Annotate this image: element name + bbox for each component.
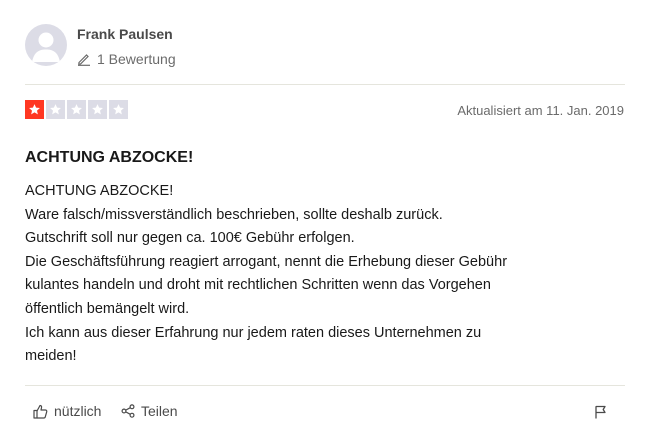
- flag-icon: [595, 405, 606, 419]
- author-name[interactable]: Frank Paulsen: [77, 26, 173, 42]
- star-empty: [109, 100, 128, 119]
- review-body-line: Die Geschäftsführung reagiert arrogant, …: [25, 253, 508, 270]
- star-filled: [25, 100, 44, 119]
- star-empty: [67, 100, 86, 119]
- review-body-line: Gutschrift soll nur gegen ca. 100€ Gebüh…: [25, 230, 355, 247]
- report-flag-button[interactable]: [594, 405, 607, 424]
- star-empty: [46, 100, 65, 119]
- thumbs-up-icon: [33, 404, 48, 419]
- divider: [25, 385, 625, 386]
- share-button[interactable]: Teilen: [121, 403, 178, 419]
- star-icon: [71, 104, 82, 115]
- share-label: Teilen: [141, 403, 178, 419]
- review-body-line: öffentlich bemängelt wird.: [25, 300, 190, 317]
- star-icon: [29, 104, 40, 115]
- helpful-label: nützlich: [54, 403, 102, 419]
- star-icon: [92, 104, 103, 115]
- share-icon: [121, 404, 135, 418]
- review-date: Aktualisiert am 11. Jan. 2019: [457, 103, 624, 118]
- review-count-label: 1 Bewertung: [97, 51, 176, 67]
- user-silhouette-icon: [32, 32, 60, 62]
- star-icon: [50, 104, 61, 115]
- star-empty: [88, 100, 107, 119]
- review-body-line: ACHTUNG ABZOCKE!: [25, 183, 174, 199]
- review-body-line: kulantes handeln und droht mit rechtlich…: [25, 277, 491, 294]
- review-count: 1 Bewertung: [77, 51, 176, 67]
- review-title[interactable]: ACHTUNG ABZOCKE!: [25, 149, 193, 167]
- divider: [25, 84, 625, 85]
- review-body-line: meiden!: [25, 348, 77, 365]
- review-body: ACHTUNG ABZOCKE! Ware falsch/missverständ…: [25, 180, 615, 369]
- pencil-icon: [78, 54, 90, 66]
- avatar[interactable]: [25, 24, 67, 66]
- star-icon: [113, 104, 124, 115]
- star-rating: [25, 100, 128, 119]
- review-body-line: Ich kann aus dieser Erfahrung nur jedem …: [25, 324, 482, 341]
- helpful-button[interactable]: nützlich: [33, 403, 101, 419]
- review-card: Frank Paulsen 1 Bewertung Aktualisiert a…: [0, 0, 648, 446]
- review-body-line: Ware falsch/missverständlich beschrieben…: [25, 206, 443, 223]
